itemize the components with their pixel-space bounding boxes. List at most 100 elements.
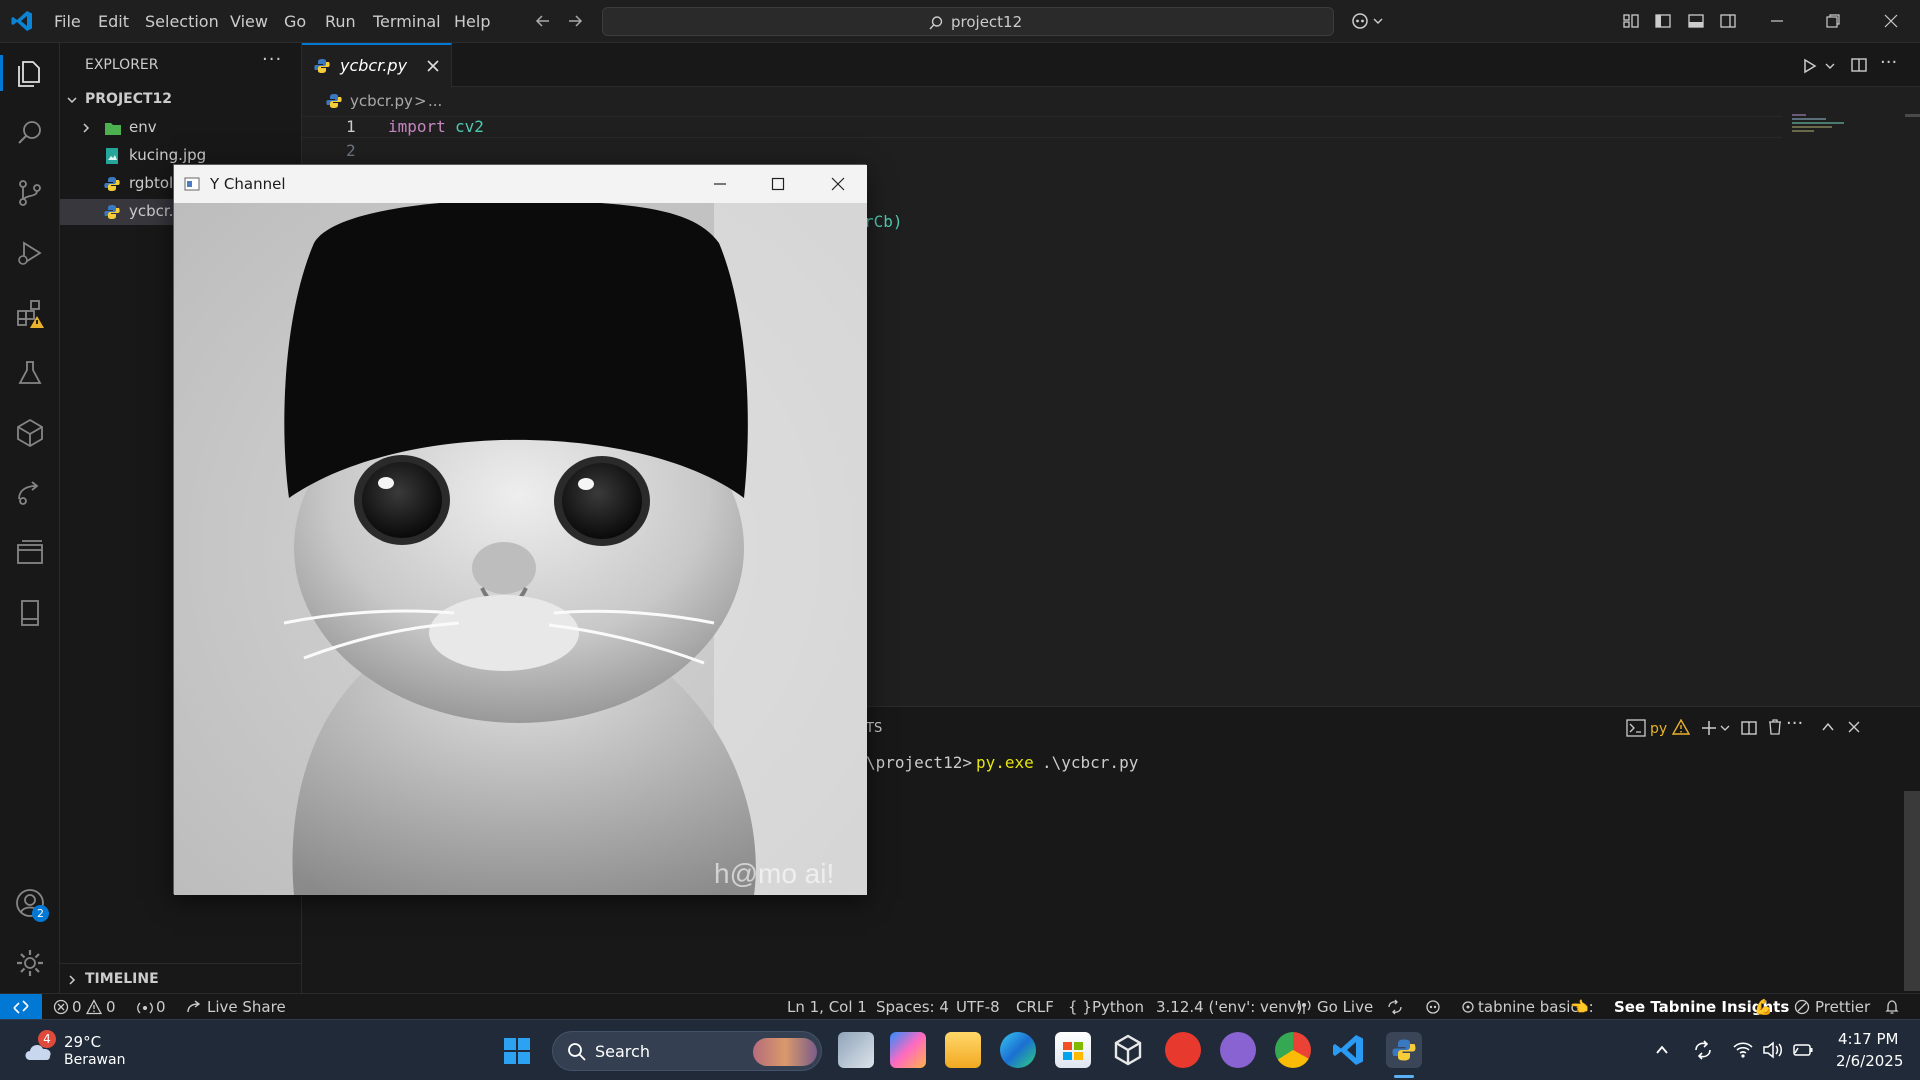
tabnine-icon[interactable] <box>1460 999 1476 1015</box>
weather-widget[interactable]: 4 29°C Berawan <box>18 1030 128 1072</box>
wifi-icon[interactable] <box>1732 1040 1754 1060</box>
menu-terminal[interactable]: Terminal <box>373 12 441 31</box>
github-desktop-icon[interactable] <box>1220 1032 1256 1068</box>
run-debug-icon[interactable] <box>14 237 46 269</box>
sync-icon[interactable] <box>1386 999 1404 1015</box>
command-center-search[interactable]: project12 <box>602 7 1334 36</box>
live-share-icon[interactable] <box>14 477 46 509</box>
restore-icon[interactable] <box>1824 12 1842 30</box>
warning-count[interactable]: 0 <box>106 998 116 1016</box>
trash-icon[interactable] <box>1766 718 1784 736</box>
cube-app-icon[interactable] <box>1110 1032 1146 1068</box>
encoding[interactable]: UTF-8 <box>956 998 1000 1016</box>
close-tab-icon[interactable] <box>426 59 440 73</box>
copilot-icon[interactable] <box>1350 10 1386 32</box>
update-sync-icon[interactable] <box>1692 1039 1714 1061</box>
back-arrow-icon[interactable] <box>534 12 552 30</box>
panel-more-icon[interactable]: ··· <box>1786 713 1803 734</box>
menu-go[interactable]: Go <box>284 12 306 31</box>
split-terminal-icon[interactable] <box>1740 719 1758 737</box>
ports-icon[interactable] <box>136 999 154 1015</box>
tabnine-status[interactable]: tabnine basic <box>1478 998 1579 1016</box>
error-count[interactable]: 0 <box>72 998 82 1016</box>
taskbar-search[interactable]: Search <box>552 1031 822 1071</box>
breadcrumb-symbols[interactable]: ... <box>428 92 442 110</box>
ports-count[interactable]: 0 <box>156 998 166 1016</box>
minimize-icon[interactable] <box>712 176 728 192</box>
clock-time[interactable]: 4:17 PM <box>1838 1030 1898 1048</box>
vscode-taskbar-icon[interactable] <box>1330 1032 1366 1068</box>
chrome-browser-icon[interactable] <box>1275 1032 1311 1068</box>
copilot-icon[interactable] <box>1424 999 1442 1015</box>
split-editor-icon[interactable] <box>1850 56 1868 74</box>
prettier-icon[interactable] <box>1794 999 1810 1015</box>
remote-explorer-icon[interactable] <box>14 417 46 449</box>
cursor-position[interactable]: Ln 1, Col 1 <box>787 998 867 1016</box>
explorer-more-icon[interactable]: ··· <box>262 49 282 70</box>
explorer-icon[interactable] <box>14 57 46 89</box>
menu-file[interactable]: File <box>54 12 81 31</box>
copilot-app-icon[interactable] <box>890 1032 926 1068</box>
editor-more-icon[interactable]: ··· <box>1880 52 1897 73</box>
close-icon[interactable] <box>830 176 846 192</box>
toggle-sidebar-icon[interactable] <box>1654 12 1672 30</box>
breadcrumb-file[interactable]: ycbcr.py <box>350 92 413 110</box>
notebook-icon[interactable] <box>14 597 46 629</box>
battery-icon[interactable] <box>1792 1040 1814 1060</box>
menu-view[interactable]: View <box>230 12 268 31</box>
chevron-down-icon[interactable] <box>1824 60 1836 72</box>
toggle-panel-icon[interactable] <box>1687 12 1705 30</box>
chevron-down-icon[interactable] <box>1720 723 1730 733</box>
y-channel-titlebar[interactable]: Y Channel <box>174 165 867 203</box>
terminal-scrollbar[interactable] <box>1904 791 1920 991</box>
source-control-icon[interactable] <box>14 177 46 209</box>
microsoft-store-icon[interactable] <box>1055 1032 1091 1068</box>
remote-indicator[interactable] <box>0 994 42 1020</box>
minimap[interactable] <box>1792 114 1844 136</box>
y-channel-window[interactable]: Y Channel h@mo ai! <box>173 164 867 895</box>
error-icon[interactable] <box>53 999 69 1015</box>
project-folder-header[interactable]: PROJECT12 <box>60 87 302 113</box>
terminal-name[interactable]: py <box>1650 721 1667 737</box>
task-view-icon[interactable] <box>838 1032 874 1068</box>
language-mode[interactable]: Python <box>1092 998 1144 1016</box>
clock-date[interactable]: 2/6/2025 <box>1836 1052 1903 1070</box>
indentation[interactable]: Spaces: 4 <box>876 998 949 1016</box>
close-window-icon[interactable] <box>1882 12 1900 30</box>
timeline-header[interactable]: TIMELINE <box>60 967 302 993</box>
testing-icon[interactable] <box>14 357 46 389</box>
customize-layout-icon[interactable] <box>1622 12 1640 30</box>
add-terminal-icon[interactable] <box>1700 719 1718 737</box>
live-share-icon[interactable] <box>186 999 204 1015</box>
prettier-status[interactable]: Prettier <box>1815 998 1870 1016</box>
code-fragment[interactable]: rCb) <box>864 212 903 231</box>
code-keyword[interactable]: import <box>388 117 446 136</box>
gear-icon[interactable] <box>14 947 46 979</box>
wps-office-icon[interactable] <box>1165 1032 1201 1068</box>
tree-item-env[interactable]: env <box>60 115 302 141</box>
line-ending[interactable]: CRLF <box>1016 998 1054 1016</box>
broadcast-icon[interactable] <box>1296 999 1312 1015</box>
forward-arrow-icon[interactable] <box>566 12 584 30</box>
code-module[interactable]: cv2 <box>455 117 484 136</box>
braces-icon[interactable]: { } <box>1068 998 1092 1016</box>
panels-icon[interactable] <box>14 537 46 569</box>
vscode-logo-icon[interactable] <box>10 9 34 33</box>
chevron-up-icon[interactable] <box>1654 1042 1670 1058</box>
maximize-icon[interactable] <box>770 176 786 192</box>
close-panel-icon[interactable] <box>1846 719 1862 735</box>
warning-icon[interactable] <box>86 999 102 1015</box>
minimize-icon[interactable] <box>1768 12 1786 30</box>
bell-icon[interactable] <box>1884 999 1900 1015</box>
run-file-icon[interactable] <box>1800 57 1818 75</box>
go-live[interactable]: Go Live <box>1317 998 1373 1016</box>
terminal-icon[interactable] <box>1626 719 1646 737</box>
toggle-secondary-sidebar-icon[interactable] <box>1719 12 1737 30</box>
panel-tab-fragment[interactable]: TS <box>866 721 882 736</box>
maximize-panel-icon[interactable] <box>1820 719 1836 735</box>
file-explorer-icon[interactable] <box>945 1032 981 1068</box>
live-share-status[interactable]: Live Share <box>207 998 286 1016</box>
menu-edit[interactable]: Edit <box>98 12 129 31</box>
menu-run[interactable]: Run <box>325 12 356 31</box>
volume-icon[interactable] <box>1762 1040 1784 1060</box>
